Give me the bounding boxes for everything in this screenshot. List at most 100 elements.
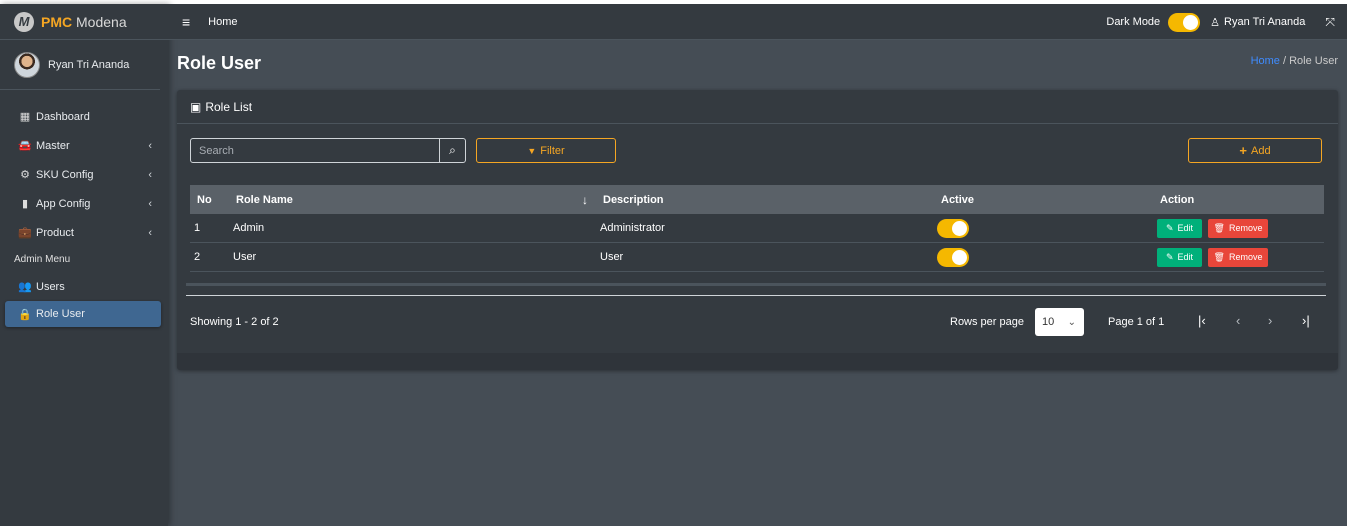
cell-role-name: User	[233, 251, 257, 263]
grid-icon: ▦	[19, 111, 31, 123]
sidebar-user-name: Ryan Tri Ananda	[48, 58, 130, 71]
pagination-divider	[186, 295, 1326, 296]
hamburger-icon[interactable]: ≡	[182, 14, 190, 30]
chevron-left-icon: ‹	[148, 197, 152, 210]
search-icon: ⌕	[449, 143, 456, 157]
next-page-button[interactable]: ›	[1268, 313, 1272, 328]
search-input[interactable]	[191, 139, 439, 162]
filter-button[interactable]: ▼ Filter	[476, 138, 616, 163]
breadcrumb: Home / Role User	[1251, 55, 1338, 67]
last-page-button[interactable]: ›|	[1302, 313, 1310, 328]
card-header: ▣ Role List	[177, 90, 1338, 124]
car-icon: 🚘	[18, 140, 32, 152]
mobile-icon: ▮	[21, 198, 29, 210]
main-content: Role User Home / Role User ▣ Role List ⌕…	[168, 40, 1347, 526]
cell-description: User	[600, 251, 624, 263]
sidebar-item-product[interactable]: 💼 Product ‹	[0, 218, 168, 247]
dark-mode-label: Dark Mode	[1106, 16, 1161, 28]
chevron-left-icon: ‹	[148, 226, 152, 239]
sidebar-item-role-user[interactable]: 🔒 Role User	[5, 301, 161, 327]
card-footer	[177, 353, 1338, 370]
avatar	[14, 51, 40, 78]
sidebar-item-label: SKU Config	[36, 168, 94, 181]
edit-button[interactable]: ✎ Edit	[1157, 247, 1202, 267]
id-card-icon: ▣	[190, 99, 202, 114]
chevron-left-icon: ‹	[148, 139, 152, 152]
breadcrumb-current: Role User	[1289, 55, 1338, 67]
edit-button[interactable]: ✎ Edit	[1157, 218, 1202, 238]
role-list-card: ▣ Role List ⌕ ▼ Filter + Add No Role Nam…	[177, 90, 1338, 370]
topbar-home-link[interactable]: Home	[208, 16, 237, 28]
breadcrumb-home-link[interactable]: Home	[1251, 55, 1280, 67]
remove-label: Remove	[1228, 252, 1263, 262]
brand-logo-icon: M	[14, 11, 34, 32]
user-icon: ♙	[1210, 16, 1221, 29]
column-header-active[interactable]: Active	[941, 194, 974, 206]
search-box: ⌕	[190, 138, 466, 163]
sort-arrow-icon[interactable]: ↓	[582, 193, 588, 207]
sidebar: M PMC Modena Ryan Tri Ananda ▦ Dashboard…	[0, 4, 168, 526]
cell-no: 1	[194, 222, 201, 234]
column-header-role-name[interactable]: Role Name	[236, 194, 293, 206]
card-title: Role List	[205, 99, 253, 114]
active-toggle[interactable]	[937, 218, 969, 238]
cell-description: Administrator	[600, 222, 665, 234]
brand-name-bold: PMC	[41, 13, 73, 30]
filter-label: Filter	[540, 144, 565, 157]
column-header-action: Action	[1160, 193, 1195, 206]
remove-button[interactable]: 🗑 Remove	[1208, 247, 1268, 267]
sidebar-item-users[interactable]: 👥 Users	[0, 272, 168, 301]
sidebar-item-master[interactable]: 🚘 Master ‹	[0, 131, 168, 160]
brand[interactable]: M PMC Modena	[0, 4, 168, 40]
chevron-down-icon: ⌄	[1067, 316, 1076, 328]
sidebar-item-label: Product	[36, 226, 74, 239]
breadcrumb-separator: /	[1279, 55, 1290, 67]
sidebar-item-label: Dashboard	[36, 110, 90, 123]
column-header-no[interactable]: No	[197, 194, 212, 206]
add-button[interactable]: + Add	[1188, 138, 1322, 163]
prev-page-button[interactable]: ‹	[1236, 313, 1240, 328]
sidebar-item-label: Users	[36, 280, 65, 293]
users-icon: 👥	[18, 281, 32, 293]
table-row: 2 User User ✎ Edit 🗑 Remove	[190, 243, 1324, 272]
rows-per-page-select[interactable]: 10 ⌄	[1035, 308, 1084, 336]
edit-icon: ✎	[1165, 222, 1174, 233]
page-info: Page 1 of 1	[1108, 316, 1165, 328]
search-button[interactable]: ⌕	[439, 139, 465, 162]
sidebar-item-label: Role User	[36, 308, 85, 320]
dark-mode-toggle[interactable]	[1168, 12, 1201, 32]
user-panel[interactable]: Ryan Tri Ananda	[0, 40, 160, 90]
edit-label: Edit	[1177, 223, 1194, 233]
sidebar-item-app-config[interactable]: ▮ App Config ‹	[0, 189, 168, 218]
cell-role-name: Admin	[233, 222, 265, 234]
remove-button[interactable]: 🗑 Remove	[1208, 218, 1268, 238]
plus-icon: +	[1239, 143, 1247, 158]
trash-icon: 🗑	[1213, 222, 1225, 233]
chevron-left-icon: ‹	[148, 168, 152, 181]
first-page-button[interactable]: |‹	[1198, 313, 1206, 328]
brand-name-rest: Modena	[72, 13, 127, 30]
filter-icon: ▼	[527, 145, 537, 156]
fullscreen-icon[interactable]: ⤧	[1325, 15, 1335, 30]
page-title: Role User	[177, 53, 262, 73]
trash-icon: 🗑	[1213, 251, 1225, 262]
table-row: 1 Admin Administrator ✎ Edit 🗑 Remove	[190, 214, 1324, 243]
column-header-description[interactable]: Description	[603, 194, 664, 206]
table-scrollbar[interactable]	[186, 283, 1326, 286]
cell-action: ✎ Edit 🗑 Remove	[1157, 218, 1268, 238]
edit-label: Edit	[1177, 252, 1194, 262]
edit-icon: ✎	[1165, 251, 1174, 262]
table-header: No Role Name ↓ Description Active Action	[190, 185, 1324, 214]
brand-name: PMC Modena	[41, 14, 127, 30]
sidebar-nav: ▦ Dashboard 🚘 Master ‹ ⚙ SKU Config ‹ ▮ …	[0, 90, 168, 327]
rows-per-page-label: Rows per page	[950, 316, 1024, 328]
active-toggle[interactable]	[937, 247, 969, 267]
sidebar-section-header: Admin Menu	[14, 254, 71, 265]
sidebar-item-label: Master	[36, 139, 70, 152]
topbar: ≡ Home Dark Mode ♙ Ryan Tri Ananda ⤧	[168, 4, 1347, 40]
topbar-user-menu[interactable]: ♙ Ryan Tri Ananda	[1210, 16, 1305, 29]
role-table: No Role Name ↓ Description Active Action…	[190, 185, 1324, 272]
cell-active	[937, 247, 969, 267]
sidebar-item-sku-config[interactable]: ⚙ SKU Config ‹	[0, 160, 168, 189]
sidebar-item-dashboard[interactable]: ▦ Dashboard	[0, 102, 168, 131]
